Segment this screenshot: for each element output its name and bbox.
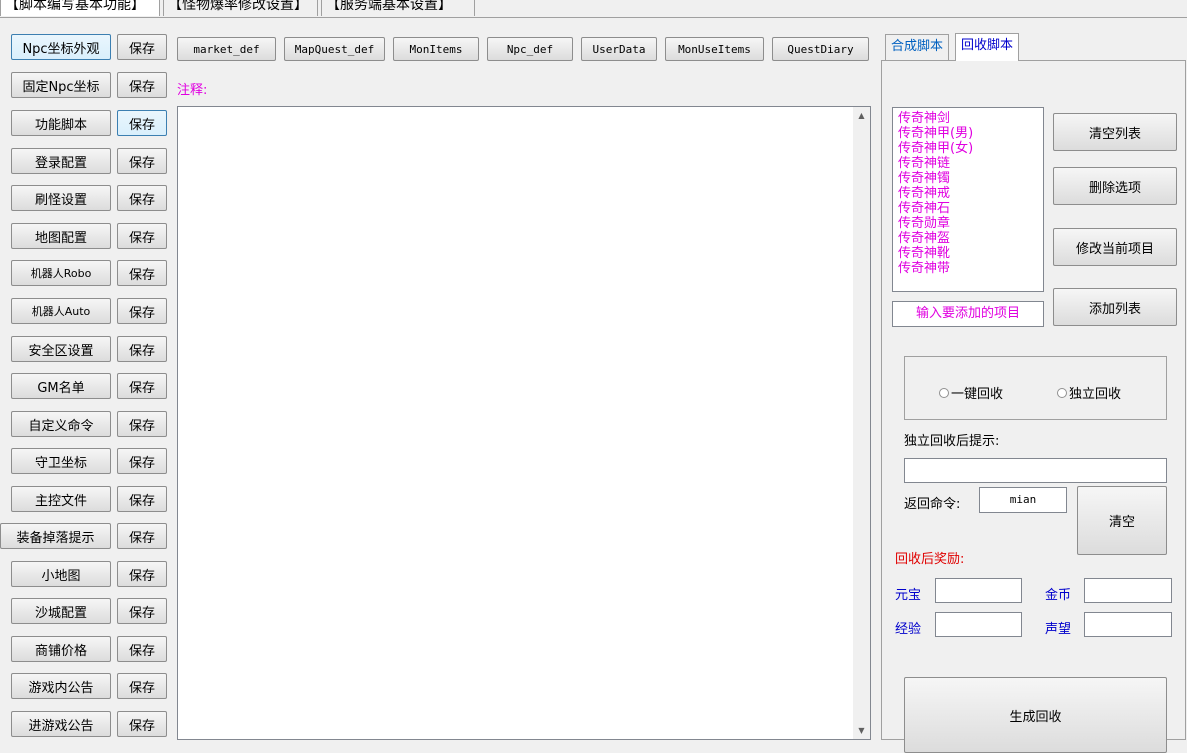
exp-label: 经验 <box>895 622 922 637</box>
save-button[interactable]: 保存 <box>117 148 167 174</box>
after-tip-label: 独立回收后提示: <box>904 434 1000 449</box>
yuanbao-input[interactable] <box>935 578 1022 603</box>
save-button[interactable]: 保存 <box>117 298 167 324</box>
script-editor[interactable]: ▲ ▼ <box>177 106 871 740</box>
note-label: 注释: <box>177 83 208 98</box>
generate-recycle-button[interactable]: 生成回收 <box>904 677 1167 753</box>
save-button[interactable]: 保存 <box>117 561 167 587</box>
save-button[interactable]: 保存 <box>117 223 167 249</box>
config-button[interactable]: Npc坐标外观 <box>11 34 111 60</box>
list-item[interactable]: 传奇神链 <box>898 156 1038 171</box>
delete-item-button[interactable]: 删除选项 <box>1053 167 1177 205</box>
editor-scrollbar[interactable]: ▲ ▼ <box>853 107 870 739</box>
tab-monster-drop[interactable]: 【怪物爆率修改设置】 <box>163 0 318 16</box>
save-button[interactable]: 保存 <box>117 373 167 399</box>
list-item[interactable]: 传奇神剑 <box>898 111 1038 126</box>
config-button[interactable]: 机器人Robo <box>11 260 111 286</box>
radio-one-click[interactable]: 一键回收 <box>939 383 1003 402</box>
save-button[interactable]: 保存 <box>117 486 167 512</box>
config-button[interactable]: 刷怪设置 <box>11 185 111 211</box>
save-button[interactable]: 保存 <box>117 336 167 362</box>
clear-list-button[interactable]: 清空列表 <box>1053 113 1177 151</box>
tab-compose-script[interactable]: 合成脚本 <box>885 34 950 60</box>
list-item[interactable]: 传奇神甲(女) <box>898 141 1038 156</box>
save-button[interactable]: 保存 <box>117 523 167 549</box>
save-button[interactable]: 保存 <box>117 448 167 474</box>
clear-button[interactable]: 清空 <box>1077 486 1167 555</box>
save-button[interactable]: 保存 <box>117 636 167 662</box>
config-button[interactable]: 商铺价格 <box>11 636 111 662</box>
recycle-script-panel: 合成脚本 回收脚本 传奇神剑 传奇神甲(男) 传奇神甲(女) 传奇神链 传奇神镯… <box>881 33 1187 753</box>
config-button[interactable]: 安全区设置 <box>11 336 111 362</box>
config-button[interactable]: 进游戏公告 <box>11 711 111 737</box>
prestige-input[interactable] <box>1084 612 1172 637</box>
radio-independent[interactable]: 独立回收 <box>1057 383 1121 402</box>
radio-one-click-label: 一键回收 <box>951 387 1004 402</box>
save-button[interactable]: 保存 <box>117 110 167 136</box>
save-button[interactable]: 保存 <box>117 34 167 60</box>
config-button[interactable]: 装备掉落提示 <box>0 523 111 549</box>
radio-circle-icon <box>1057 387 1067 398</box>
after-tip-input[interactable] <box>904 458 1167 483</box>
save-button[interactable]: 保存 <box>117 411 167 437</box>
add-item-input[interactable]: 输入要添加的项目 <box>892 301 1044 327</box>
tab-script-basic[interactable]: 【脚本编写基本功能】 <box>0 0 160 16</box>
gold-label: 金币 <box>1045 588 1072 603</box>
exp-input[interactable] <box>935 612 1022 637</box>
top-tab-strip: 【脚本编写基本功能】 【怪物爆率修改设置】 【服务端基本设置】 <box>0 0 1187 18</box>
list-item[interactable]: 传奇神靴 <box>898 246 1038 261</box>
file-button-questdiary[interactable]: QuestDiary <box>772 37 869 61</box>
tab-recycle-script[interactable]: 回收脚本 <box>955 33 1020 61</box>
save-button[interactable]: 保存 <box>117 711 167 737</box>
radio-circle-icon <box>939 387 949 398</box>
config-button[interactable]: 游戏内公告 <box>11 673 111 699</box>
tab-server-basic[interactable]: 【服务端基本设置】 <box>321 0 475 16</box>
config-button[interactable]: 沙城配置 <box>11 598 111 624</box>
config-button[interactable]: 地图配置 <box>11 223 111 249</box>
save-button[interactable]: 保存 <box>117 673 167 699</box>
scroll-down-icon[interactable]: ▼ <box>853 722 870 739</box>
list-item[interactable]: 传奇神盔 <box>898 231 1038 246</box>
list-item[interactable]: 传奇勋章 <box>898 216 1038 231</box>
yuanbao-label: 元宝 <box>895 588 922 603</box>
config-button[interactable]: 自定义命令 <box>11 411 111 437</box>
file-button-mapquest-def[interactable]: MapQuest_def <box>284 37 385 61</box>
config-button[interactable]: 主控文件 <box>11 486 111 512</box>
gold-input[interactable] <box>1084 578 1172 603</box>
save-button[interactable]: 保存 <box>117 185 167 211</box>
list-item[interactable]: 传奇神镯 <box>898 171 1038 186</box>
config-button[interactable]: GM名单 <box>11 373 111 399</box>
config-button[interactable]: 机器人Auto <box>11 298 111 324</box>
save-button[interactable]: 保存 <box>117 72 167 98</box>
scroll-up-icon[interactable]: ▲ <box>853 107 870 124</box>
config-button[interactable]: 小地图 <box>11 561 111 587</box>
save-button[interactable]: 保存 <box>117 598 167 624</box>
list-item[interactable]: 传奇神石 <box>898 201 1038 216</box>
config-button[interactable]: 固定Npc坐标 <box>11 72 111 98</box>
return-command-input[interactable]: mian <box>979 487 1067 513</box>
item-list[interactable]: 传奇神剑 传奇神甲(男) 传奇神甲(女) 传奇神链 传奇神镯 传奇神戒 传奇神石… <box>892 107 1044 292</box>
prestige-label: 声望 <box>1045 622 1072 637</box>
file-button-npc-def[interactable]: Npc_def <box>487 37 573 61</box>
return-command-label: 返回命令: <box>904 497 961 512</box>
radio-independent-label: 独立回收 <box>1069 387 1122 402</box>
list-item[interactable]: 传奇神戒 <box>898 186 1038 201</box>
file-button-monitems[interactable]: MonItems <box>393 37 479 61</box>
file-button-userdata[interactable]: UserData <box>581 37 657 61</box>
list-item[interactable]: 传奇神带 <box>898 261 1038 276</box>
list-item[interactable]: 传奇神甲(男) <box>898 126 1038 141</box>
config-button[interactable]: 守卫坐标 <box>11 448 111 474</box>
reward-label: 回收后奖励: <box>895 552 965 567</box>
recycle-tab-content: 传奇神剑 传奇神甲(男) 传奇神甲(女) 传奇神链 传奇神镯 传奇神戒 传奇神石… <box>881 60 1186 753</box>
config-button[interactable]: 功能脚本 <box>11 110 111 136</box>
add-list-button[interactable]: 添加列表 <box>1053 288 1177 326</box>
save-button[interactable]: 保存 <box>117 260 167 286</box>
file-button-monuseitems[interactable]: MonUseItems <box>665 37 764 61</box>
file-button-market-def[interactable]: market_def <box>177 37 276 61</box>
modify-item-button[interactable]: 修改当前项目 <box>1053 228 1177 266</box>
recycle-mode-group: 一键回收 独立回收 <box>904 356 1167 420</box>
config-button[interactable]: 登录配置 <box>11 148 111 174</box>
